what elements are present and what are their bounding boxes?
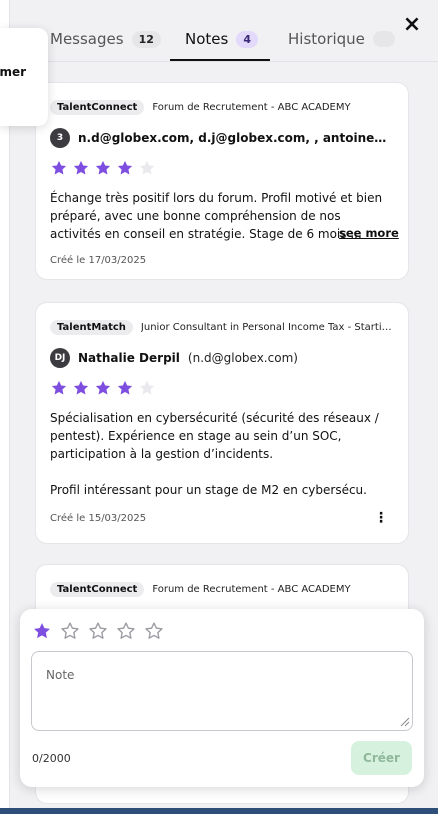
star-outline-icon[interactable] [60,621,80,641]
rating-stars [50,159,156,177]
note-header: TalentConnect Forum de Recrutement - ABC… [50,97,394,117]
note-card: TalentMatch Junior Consultant in Persona… [35,302,409,544]
note-text: Spécialisation en cybersécurité (sécurit… [50,409,394,499]
avatar: 3 [50,128,70,148]
candidate-email: (n.d@globex.com) [187,351,298,365]
star-outline-icon[interactable] [116,621,136,641]
candidate-name: Nathalie Derpil [78,351,180,365]
tab-messages[interactable]: Messages 12 [50,30,161,48]
note-card: TalentConnect Forum de Recrutement - ABC… [35,82,409,280]
composer-rating [32,621,164,641]
more-options-icon[interactable]: ⋮ [374,511,388,525]
star-filled-icon [72,379,90,397]
see-more-link[interactable]: see more [339,226,399,240]
star-filled-icon [116,379,134,397]
candidate-row: DJ Nathalie Derpil (n.d@globex.com) [50,347,394,369]
close-popover-label: Fermer [0,65,26,79]
tab-messages-count: 12 [131,30,161,48]
rating-stars [50,379,156,397]
note-header: TalentMatch Junior Consultant in Persona… [50,317,394,337]
note-body: Échange très positif lors du forum. Prof… [50,191,383,241]
note-composer: 0/2000 Créer [20,609,424,787]
star-filled-icon [72,159,90,177]
candidate-name: n.d@globex.com, d.j@globex.com, , antoin… [78,131,394,145]
star-filled-icon [50,379,68,397]
tab-bar: Messages 12 Notes 4 Historique × [11,0,438,62]
note-input[interactable] [31,651,413,731]
char-counter: 0/2000 [32,752,71,765]
close-icon[interactable]: × [401,14,423,36]
event-name: Forum de Recrutement - ABC ACADEMY [152,101,351,113]
note-header: TalentConnect Forum de Recrutement - ABC… [50,579,394,599]
tab-historique-count [372,31,395,47]
source-badge: TalentMatch [50,319,133,335]
active-tab-indicator [170,59,270,61]
tab-notes[interactable]: Notes 4 [185,30,258,48]
candidate-row: 3 n.d@globex.com, d.j@globex.com, , anto… [50,127,394,149]
star-empty-icon [138,379,156,397]
tab-historique[interactable]: Historique [288,30,395,48]
source-badge: TalentConnect [50,99,145,115]
tab-notes-count: 4 [236,30,258,48]
star-filled-icon[interactable] [32,621,52,641]
star-filled-icon [94,379,112,397]
star-empty-icon [138,159,156,177]
close-popover[interactable]: Fermer [0,28,48,126]
note-body: Spécialisation en cybersécurité (sécurit… [50,411,379,461]
event-name: Junior Consultant in Personal Income Tax… [140,321,394,333]
tab-historique-label: Historique [288,30,365,48]
star-filled-icon [94,159,112,177]
event-name: Forum de Recrutement - ABC ACADEMY [152,583,351,595]
avatar: DJ [50,348,70,368]
star-filled-icon [50,159,68,177]
source-badge: TalentConnect [50,581,145,597]
created-date: Créé le 15/03/2025 [50,513,147,524]
tab-notes-label: Notes [185,30,229,48]
tab-messages-label: Messages [50,30,124,48]
star-outline-icon[interactable] [88,621,108,641]
created-date: Créé le 17/03/2025 [50,255,147,266]
star-outline-icon[interactable] [144,621,164,641]
taskbar-edge [0,808,438,814]
star-filled-icon [116,159,134,177]
create-button[interactable]: Créer [351,741,412,775]
note-body-second: Profil intéressant pour un stage de M2 e… [50,483,367,497]
